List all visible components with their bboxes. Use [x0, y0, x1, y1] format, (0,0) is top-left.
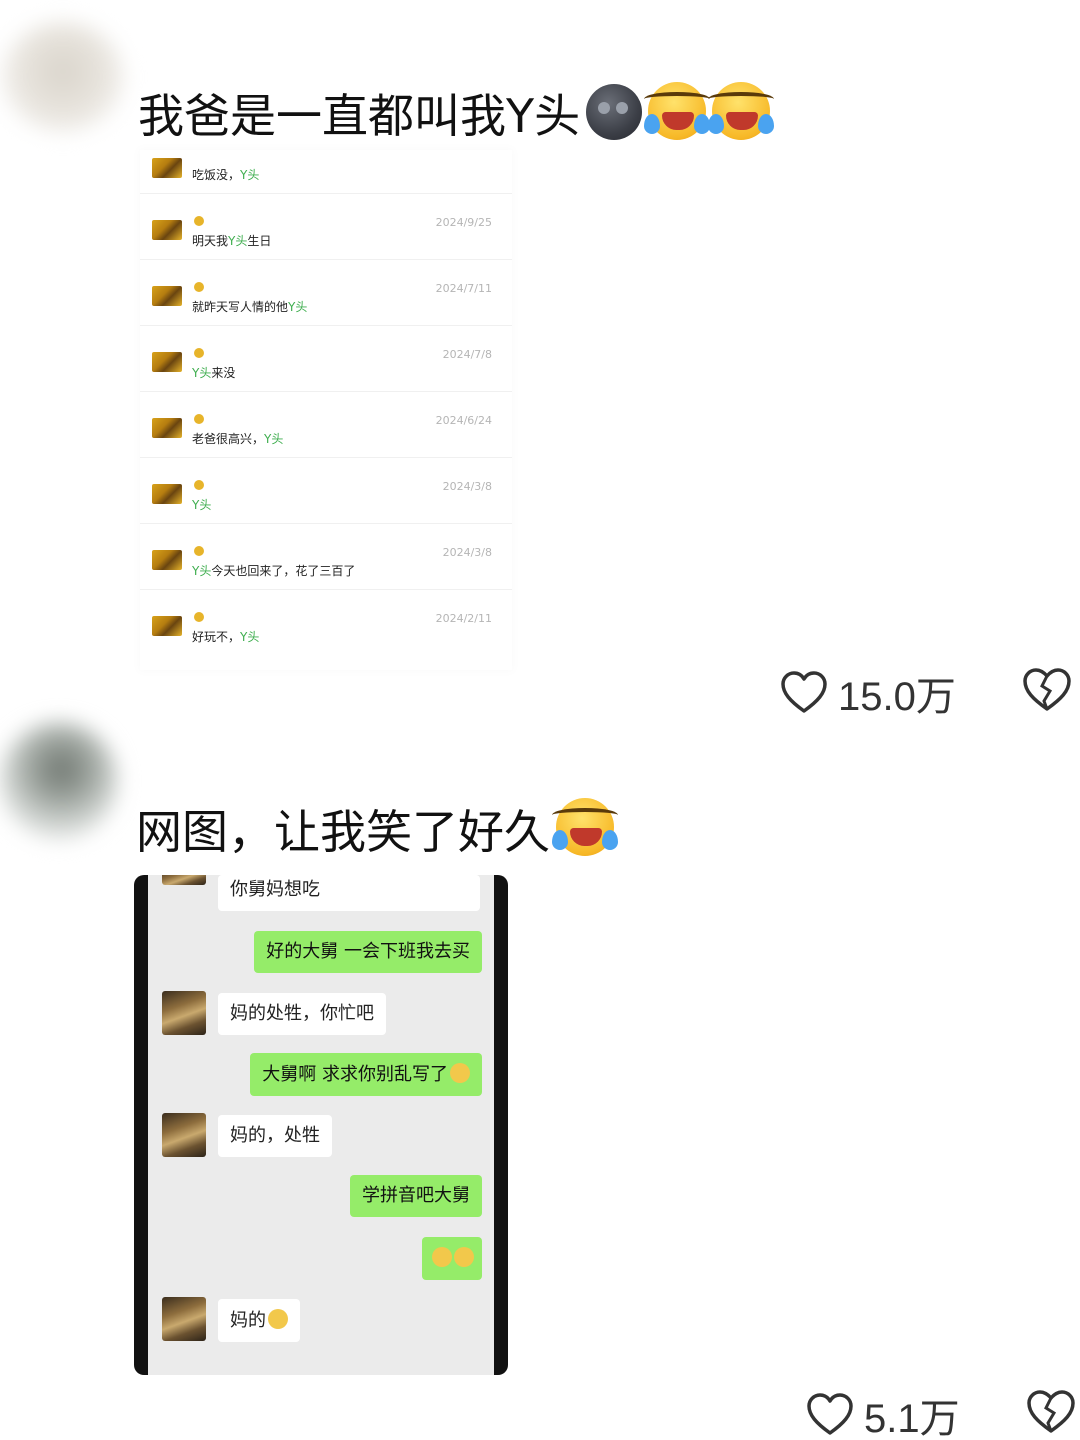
new-moon-face-emoji-icon — [586, 84, 643, 140]
dislike-button[interactable] — [1022, 666, 1072, 718]
mini-avatar-icon — [194, 282, 204, 292]
message-preview: 吃饭没，Y头 — [192, 168, 260, 182]
heart-icon — [807, 1393, 853, 1435]
heart-icon — [781, 671, 827, 713]
mini-avatar-icon — [194, 216, 204, 226]
message-preview: Y头今天也回来了，花了三百了 — [192, 564, 356, 578]
message-date: 2024/6/24 — [435, 414, 492, 427]
contact-avatar — [162, 991, 206, 1035]
message-bubble-in: 你舅妈想吃 — [218, 875, 480, 911]
list-item: 好玩不，Y头 2024/2/11 — [140, 590, 512, 656]
message-bubble-out: 大舅啊 求求你别乱写了 — [250, 1053, 482, 1096]
message-bubble-out — [422, 1237, 482, 1280]
awkward-emoji-icon — [450, 1063, 470, 1083]
list-item: Y头 2024/3/8 — [140, 458, 512, 524]
contact-avatar — [152, 616, 182, 636]
contact-avatar — [152, 352, 182, 372]
message-preview: 老爸很高兴，Y头 — [192, 432, 284, 446]
message-preview: Y头来没 — [192, 366, 236, 380]
contact-avatar — [152, 550, 182, 570]
like-button[interactable]: 5.1万 — [806, 1386, 960, 1440]
contact-avatar — [152, 418, 182, 438]
like-button[interactable]: 15.0万 — [780, 664, 956, 722]
rolling-laughing-emoji-icon — [644, 82, 711, 140]
commenter-avatar[interactable] — [0, 722, 118, 840]
commenter-avatar[interactable] — [2, 22, 124, 132]
comment-image-chat-list[interactable]: 吃饭没，Y头 明天我Y头生日 2024/9/25 就昨天写人情的他Y头 2024… — [140, 150, 512, 670]
rolling-laughing-emoji-icon — [552, 798, 618, 856]
contact-avatar — [152, 484, 182, 504]
list-item: Y头今天也回来了，花了三百了 2024/3/8 — [140, 524, 512, 590]
rolling-laughing-emoji-icon — [708, 82, 775, 140]
message-bubble-in: 妈的 — [218, 1299, 300, 1342]
message-date: 2024/9/25 — [435, 216, 492, 229]
message-date: 2024/3/8 — [442, 480, 492, 493]
list-item: 老爸很高兴，Y头 2024/6/24 — [140, 392, 512, 458]
message-preview: Y头 — [192, 498, 212, 512]
message-bubble-in: 妈的处牲，你忙吧 — [218, 993, 386, 1035]
dislike-button[interactable] — [1026, 1388, 1076, 1440]
comment-image-chat[interactable]: 你舅妈想吃 好的大舅 一会下班我去买 妈的处牲，你忙吧 大舅啊 求求你别乱写了 … — [134, 875, 508, 1375]
message-preview: 好玩不，Y头 — [192, 630, 260, 644]
message-bubble-out: 好的大舅 一会下班我去买 — [254, 931, 482, 973]
like-count: 5.1万 — [864, 1397, 960, 1440]
message-bubble-out: 学拼音吧大舅 — [350, 1175, 482, 1217]
comment-body: 我爸是一直都叫我Y头 — [138, 89, 581, 143]
mini-avatar-icon — [194, 480, 204, 490]
like-count: 15.0万 — [838, 675, 956, 719]
list-item: Y头来没 2024/7/8 — [140, 326, 512, 392]
contact-avatar — [162, 1113, 206, 1157]
broken-heart-icon — [1023, 668, 1071, 711]
message-date: 2024/3/8 — [442, 546, 492, 559]
message-preview: 明天我Y头生日 — [192, 234, 272, 248]
mini-avatar-icon — [194, 546, 204, 556]
clapping-emoji-icon — [268, 1309, 288, 1329]
mini-avatar-icon — [194, 414, 204, 424]
mini-avatar-icon — [194, 348, 204, 358]
contact-avatar — [152, 158, 182, 178]
message-date: 2024/2/11 — [435, 612, 492, 625]
message-date: 2024/7/8 — [442, 348, 492, 361]
message-bubble-in: 妈的，处牲 — [218, 1115, 332, 1157]
comment-body: 网图，让我笑了好久 — [136, 805, 550, 859]
message-date: 2024/7/11 — [435, 282, 492, 295]
list-item: 吃饭没，Y头 — [140, 150, 512, 194]
contact-avatar — [152, 286, 182, 306]
message-preview: 就昨天写人情的他Y头 — [192, 300, 308, 314]
list-item: 就昨天写人情的他Y头 2024/7/11 — [140, 260, 512, 326]
crying-emoji-icon — [432, 1247, 452, 1267]
contact-avatar — [152, 220, 182, 240]
broken-heart-icon — [1027, 1390, 1075, 1433]
list-item: 明天我Y头生日 2024/9/25 — [140, 194, 512, 260]
contact-avatar — [162, 1297, 206, 1341]
crying-emoji-icon — [454, 1247, 474, 1267]
comment-text: 网图，让我笑了好久 — [136, 798, 618, 860]
mini-avatar-icon — [194, 612, 204, 622]
contact-avatar — [162, 875, 206, 885]
comment-text: 我爸是一直都叫我Y头 — [138, 82, 775, 144]
